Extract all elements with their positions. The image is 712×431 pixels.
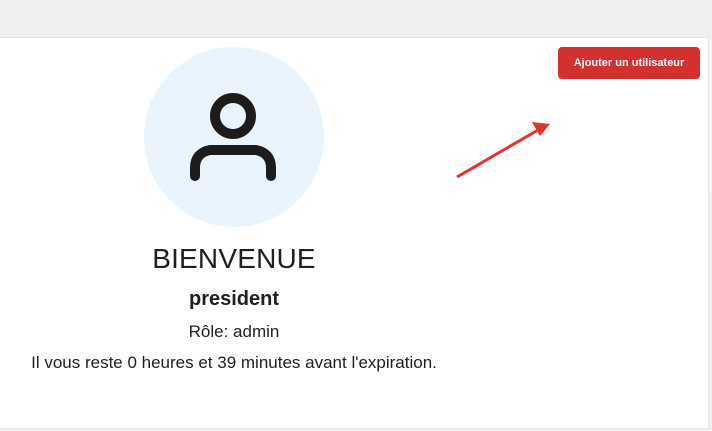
welcome-heading: BIENVENUE [152,243,316,274]
user-icon [190,93,276,181]
profile-card: BIENVENUE president Rôle: admin Il vous … [0,37,709,429]
annotation-arrow-icon [456,122,550,178]
avatar [144,47,324,227]
session-expiry-text: Il vous reste 0 heures et 39 minutes ava… [31,353,437,372]
username-label: president [188,288,280,310]
add-user-button[interactable]: Ajouter un utilisateur [558,47,700,79]
role-label: Rôle: admin [188,322,280,341]
